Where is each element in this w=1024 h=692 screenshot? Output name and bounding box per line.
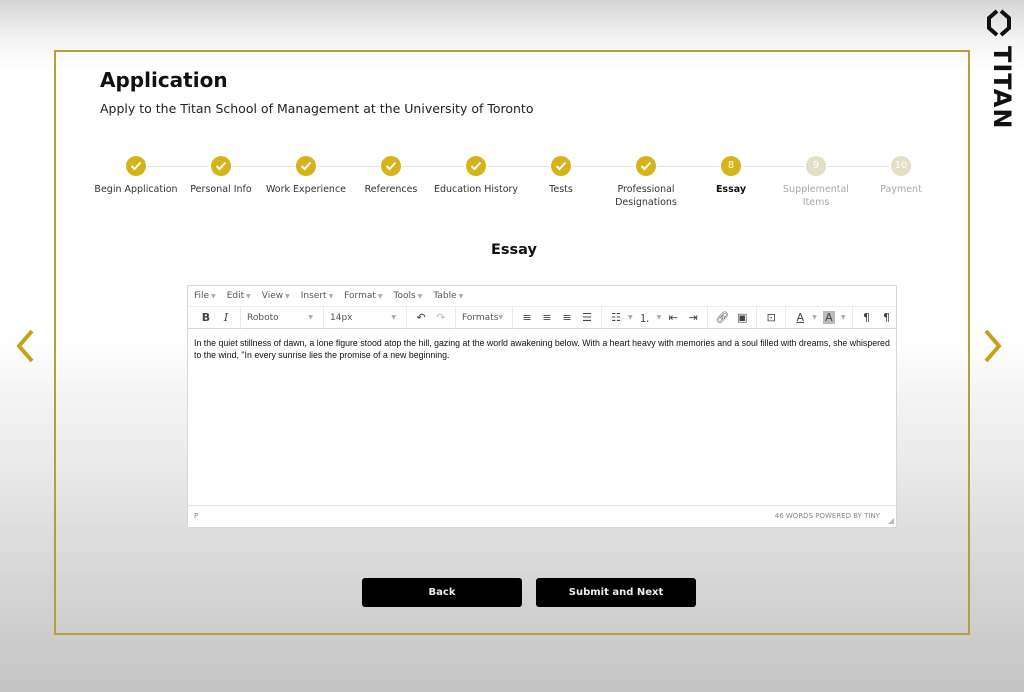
menu-label: View	[261, 291, 284, 301]
formats-select[interactable]: Formats ▼	[460, 313, 508, 323]
step-number: 8	[721, 156, 741, 176]
checkmark-icon	[381, 156, 401, 176]
chevron-down-icon: ▼	[458, 293, 464, 300]
menu-label: Table	[433, 291, 457, 301]
menu-tools[interactable]: Tools ▼	[394, 291, 423, 301]
menu-table[interactable]: Table ▼	[433, 291, 463, 301]
outdent-icon[interactable]: ⇤	[663, 309, 683, 327]
rtl-direction-icon[interactable]: ¶	[877, 309, 897, 327]
section-title: Essay	[491, 242, 537, 258]
progress-stepper: Begin Application Personal Info Work Exper…	[56, 156, 972, 226]
menu-label: Format	[344, 291, 376, 301]
align-left-icon[interactable]: ≡	[517, 309, 537, 327]
chevron-down-icon: ▼	[246, 293, 251, 300]
hexagon-chevrons-icon	[987, 9, 1011, 37]
chevron-down-icon: ▼	[328, 293, 334, 300]
numbered-list-icon[interactable]: ⒈	[635, 309, 655, 327]
font-size-value: 14px	[330, 312, 353, 323]
menu-view[interactable]: View ▼	[262, 291, 290, 301]
link-icon[interactable]: 🔗︎	[712, 309, 732, 327]
font-size-select[interactable]: 14px ▼	[328, 313, 402, 323]
step-label: Professional Designations	[615, 184, 677, 208]
chevron-down-icon[interactable]: ▼	[628, 314, 633, 321]
checkmark-icon	[466, 156, 486, 176]
bullet-list-icon[interactable]: ☷	[606, 309, 626, 327]
element-path[interactable]: P	[194, 512, 198, 520]
previous-arrow-icon[interactable]	[14, 328, 38, 364]
checkmark-icon	[211, 156, 231, 176]
menu-format[interactable]: Format ▼	[344, 291, 382, 301]
resize-handle-icon[interactable]	[888, 518, 894, 524]
indent-icon[interactable]: ⇥	[683, 309, 703, 327]
next-arrow-icon[interactable]	[980, 328, 1004, 364]
checkmark-icon	[551, 156, 571, 176]
menu-insert[interactable]: Insert ▼	[301, 291, 333, 301]
menu-label: Edit	[226, 291, 245, 301]
step-label: Payment	[880, 184, 922, 195]
formats-label: Formats	[462, 312, 499, 323]
text-color-icon[interactable]: A	[790, 309, 810, 327]
step-label: Supplemental Items	[783, 184, 849, 208]
menu-edit[interactable]: Edit ▼	[227, 291, 251, 301]
chevron-down-icon: ▼	[377, 293, 383, 300]
page-title: Application	[100, 68, 228, 92]
editor-toolbar: B I Roboto ▼ 14px ▼ ↶ ↷ Formats ▼ ≡ ≡ ≡ …	[188, 306, 897, 329]
undo-icon[interactable]: ↶	[411, 309, 431, 327]
brand-name: TITAN	[988, 46, 1016, 130]
font-family-select[interactable]: Roboto ▼	[245, 313, 319, 323]
essay-editor: File ▼ Edit ▼ View ▼ Insert ▼ Format ▼ Tools ▼ Table…	[187, 285, 897, 528]
chevron-down-icon[interactable]: ▼	[841, 314, 846, 321]
align-justify-icon[interactable]: ☰	[577, 309, 597, 327]
font-family-value: Roboto	[247, 312, 279, 323]
chevron-down-icon: ▼	[211, 293, 216, 300]
align-center-icon[interactable]: ≡	[537, 309, 557, 327]
brand-logo: TITAN	[982, 6, 1016, 129]
step-number: 10	[891, 156, 911, 176]
checkmark-icon	[126, 156, 146, 176]
application-card: Application Apply to the Titan School of…	[54, 50, 970, 635]
menu-label: Insert	[300, 291, 327, 301]
menu-label: File	[194, 291, 210, 301]
chevron-down-icon: ▼	[498, 314, 504, 321]
chevron-down-icon: ▼	[391, 314, 396, 321]
menu-label: Tools	[393, 291, 416, 301]
editor-statusbar: P 46 WORDS POWERED BY TINY	[188, 506, 896, 526]
essay-content-area[interactable]: In the quiet stillness of dawn, a lone f…	[188, 329, 896, 506]
ltr-direction-icon[interactable]: ¶	[857, 309, 877, 327]
page-subtitle: Apply to the Titan School of Management …	[100, 101, 534, 116]
image-icon[interactable]: ▣	[732, 309, 752, 327]
chevron-down-icon: ▼	[417, 293, 423, 300]
bold-button[interactable]: B	[196, 309, 216, 327]
menu-file[interactable]: File ▼	[194, 291, 216, 301]
step-number: 9	[806, 156, 826, 176]
submit-and-next-button[interactable]: Submit and Next	[536, 578, 696, 607]
background-color-icon[interactable]: A	[819, 309, 839, 327]
chevron-down-icon[interactable]: ▼	[657, 314, 662, 321]
chevron-down-icon[interactable]: ▼	[812, 314, 817, 321]
align-right-icon[interactable]: ≡	[557, 309, 577, 327]
editor-menubar: File ▼ Edit ▼ View ▼ Insert ▼ Format ▼ Tools ▼ Table…	[188, 286, 896, 307]
chevron-down-icon: ▼	[285, 293, 290, 300]
redo-icon[interactable]: ↷	[431, 309, 451, 327]
step-10: 10 Payment	[851, 156, 951, 196]
checkmark-icon	[296, 156, 316, 176]
media-icon[interactable]: ⊡	[761, 309, 781, 327]
chevron-down-icon: ▼	[308, 314, 313, 321]
checkmark-icon	[636, 156, 656, 176]
italic-button[interactable]: I	[216, 309, 236, 327]
back-button[interactable]: Back	[362, 578, 522, 607]
word-count: 46 WORDS POWERED BY TINY	[774, 512, 880, 520]
